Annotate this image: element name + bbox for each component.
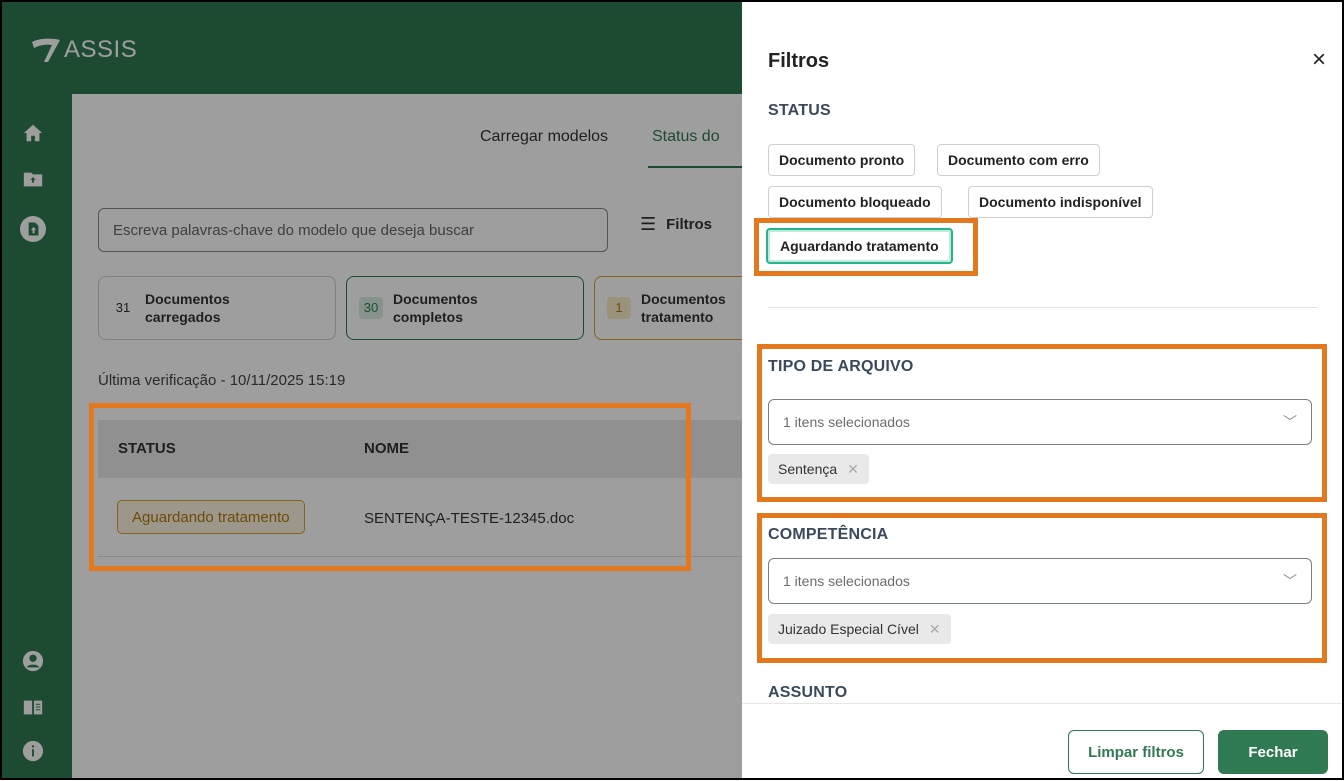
tipo-arquivo-select[interactable]: 1 itens selecionados ﹀	[768, 399, 1312, 445]
tag-sentenca: Sentença ✕	[768, 454, 869, 484]
close-drawer-button[interactable]: Fechar	[1218, 730, 1328, 774]
chip-documento-bloqueado[interactable]: Documento bloqueado	[768, 186, 942, 218]
tag-label: Juizado Especial Cível	[778, 621, 919, 637]
select-value: 1 itens selecionados	[783, 573, 910, 589]
filters-drawer	[742, 0, 1344, 780]
modal-backdrop[interactable]	[0, 0, 742, 780]
tag-juizado-especial-civel: Juizado Especial Cível ✕	[768, 614, 951, 644]
close-icon[interactable]: ×	[1312, 48, 1326, 72]
chevron-down-icon: ﹀	[1283, 414, 1297, 430]
clear-filters-button[interactable]: Limpar filtros	[1068, 730, 1204, 774]
section-title-status: STATUS	[768, 102, 831, 119]
chip-documento-com-erro[interactable]: Documento com erro	[937, 144, 1100, 176]
section-title-competencia: COMPETÊNCIA	[768, 526, 889, 543]
chip-aguardando-tratamento[interactable]: Aguardando tratamento	[766, 228, 953, 264]
section-title-tipo-arquivo: TIPO DE ARQUIVO	[768, 358, 914, 375]
chip-documento-indisponivel[interactable]: Documento indisponível	[968, 186, 1153, 218]
competencia-select[interactable]: 1 itens selecionados ﹀	[768, 558, 1312, 604]
select-value: 1 itens selecionados	[783, 414, 910, 430]
tag-label: Sentença	[778, 461, 838, 477]
chip-documento-pronto[interactable]: Documento pronto	[768, 144, 916, 176]
chevron-down-icon: ﹀	[1283, 573, 1297, 589]
section-divider	[768, 307, 1318, 308]
drawer-title: Filtros	[768, 50, 830, 72]
remove-tag-icon[interactable]: ✕	[847, 461, 859, 478]
remove-tag-icon[interactable]: ✕	[929, 621, 941, 638]
section-title-assunto: ASSUNTO	[768, 684, 848, 701]
